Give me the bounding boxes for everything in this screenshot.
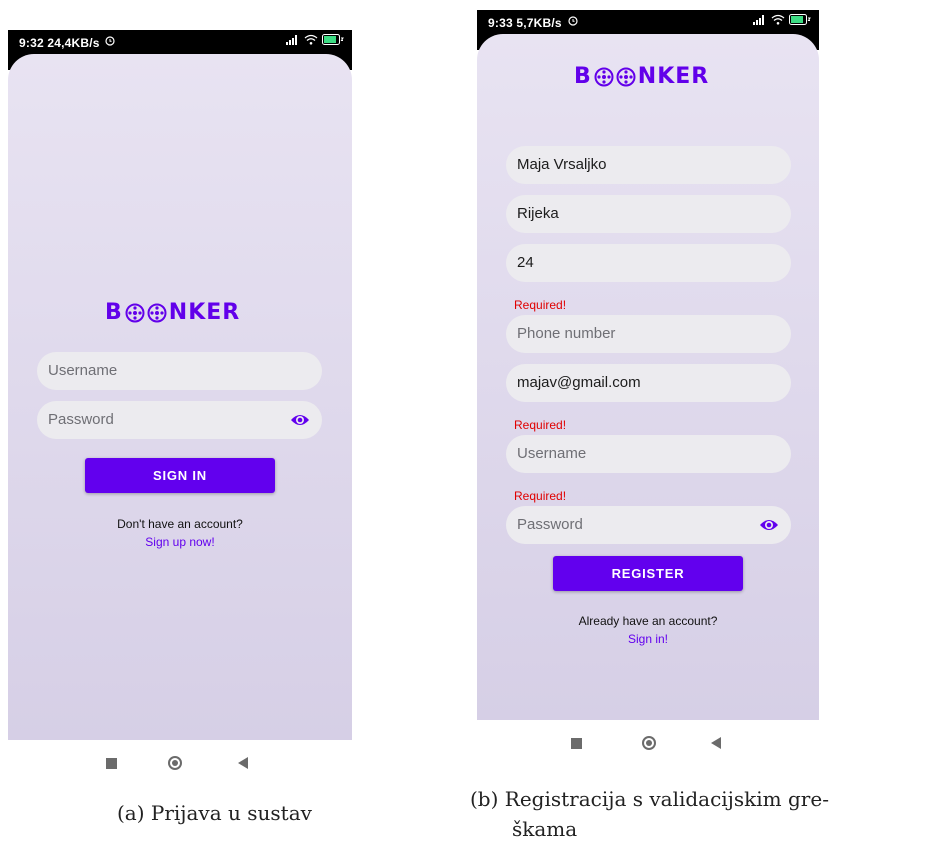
sign-up-link[interactable]: Sign up now! [8,535,352,549]
phone-error: Required! [514,298,567,312]
age-value: 24 [517,254,534,271]
email-value: majav@gmail.com [517,374,641,391]
status-time: 9:32 [19,36,44,50]
login-phone: 9:32 24,4KB/s B NKER Username Password S… [8,30,352,740]
nav-square-icon[interactable] [571,737,582,749]
login-screen: B NKER Username Password SIGN IN Don't h… [8,54,352,740]
no-account-text: Don't have an account? [117,517,243,531]
wifi-icon [304,34,318,45]
username-input[interactable]: Username [506,435,791,473]
full-name-value: Maja Vrsaljko [517,156,607,173]
username-error: Required! [514,418,567,432]
nav-home-icon[interactable] [642,736,656,750]
eye-icon[interactable] [290,411,310,429]
app-logo: B NKER [105,300,241,325]
reel-icon [125,303,145,322]
password-placeholder: Password [517,516,583,533]
register-button[interactable]: REGISTER [553,556,743,591]
app-logo: B NKER [574,64,710,89]
username-input[interactable]: Username [37,352,322,390]
status-speed: 5,7KB/s [516,16,562,30]
age-input[interactable]: 24 [506,244,791,282]
sign-in-link[interactable]: Sign in! [477,632,819,646]
nav-square-icon[interactable] [106,757,117,769]
reel-icon [594,67,614,86]
username-placeholder: Username [517,445,587,462]
sign-in-button[interactable]: SIGN IN [85,458,275,493]
phone-placeholder: Phone number [517,325,616,342]
full-name-input[interactable]: Maja Vrsaljko [506,146,791,184]
status-speed: 24,4KB/s [47,36,100,50]
city-value: Rijeka [517,205,559,222]
nav-back-icon[interactable] [238,757,248,769]
nav-bar [571,736,721,750]
have-account-text: Already have an account? [578,614,718,628]
eye-icon[interactable] [759,516,779,534]
username-placeholder: Username [48,362,118,379]
caption-a: (a) Prijava u sustav [117,801,312,825]
alarm-icon [105,36,115,46]
caption-b-line1: (b) Registracija s validacijskim gre- [470,787,829,811]
alarm-icon [568,16,578,26]
password-placeholder: Password [48,411,114,428]
reel-icon [616,67,636,86]
signal-icon [753,15,764,25]
caption-b-line2: škama [512,817,578,841]
city-input[interactable]: Rijeka [506,195,791,233]
password-input[interactable]: Password [506,506,791,544]
register-screen: B NKER Maja Vrsaljko Rijeka 24 Required!… [477,34,819,720]
password-input[interactable]: Password [37,401,322,439]
reel-icon [147,303,167,322]
register-phone: 9:33 5,7KB/s B NKER Maja Vrsaljko Rijeka… [477,10,819,720]
password-error: Required! [514,489,567,503]
nav-home-icon[interactable] [168,756,182,770]
status-time: 9:33 [488,16,513,30]
nav-bar [106,756,256,770]
nav-back-icon[interactable] [711,737,721,749]
caption-b: (b) Registracija s validacijskim gre- šk… [470,784,829,844]
battery-icon [789,14,811,25]
email-input[interactable]: majav@gmail.com [506,364,791,402]
battery-icon [322,34,344,45]
phone-input[interactable]: Phone number [506,315,791,353]
wifi-icon [771,14,785,25]
signal-icon [286,35,297,45]
